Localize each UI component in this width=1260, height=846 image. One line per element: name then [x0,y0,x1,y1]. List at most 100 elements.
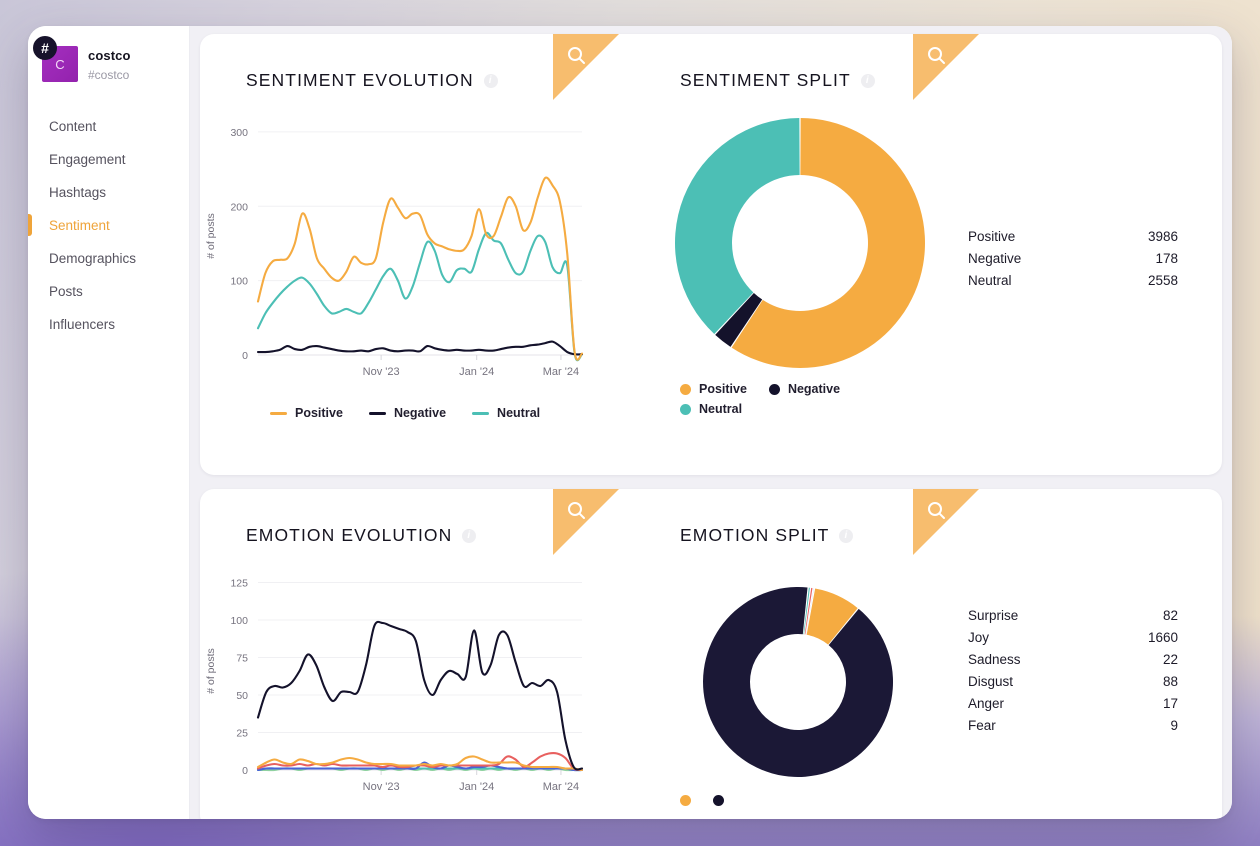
sentiment-evolution-svg: 0 100 200 300 Nov '23 Jan '24 Mar '24 # of post… [205,127,584,378]
emotion-evolution-panel: EMOTION EVOLUTION i 0 25 50 75 100 125 Nov '23… [200,489,640,819]
info-icon[interactable]: i [462,528,477,543]
legend-swatch [680,383,691,395]
legend-item-negative[interactable]: Negative [768,382,840,396]
legend-label: Positive [295,406,343,420]
stat-row: Negative 178 [968,248,1178,270]
content-area: SENTIMENT EVOLUTION i 0 100 200 300 Nov '23 J… [190,26,1232,819]
stat-value: 3986 [1147,229,1178,244]
legend-item-none[interactable] [713,795,724,806]
legend-label: Positive [699,382,747,396]
svg-text:125: 125 [230,578,248,590]
sentiment-evolution-search-button[interactable] [553,34,619,100]
legend-label: Neutral [497,406,541,420]
sidebar-item-label: Demographics [49,251,137,266]
stat-value: 82 [1162,608,1178,623]
panel-title-text: SENTIMENT EVOLUTION [246,70,474,90]
legend-swatch [680,403,691,415]
sidebar-nav: Content Engagement Hashtags Sentiment De… [28,110,189,341]
legend-item-neutral[interactable]: Neutral [680,402,930,416]
stat-value: 2558 [1147,273,1178,288]
legend-item-positive[interactable]: Positive [680,382,747,396]
sentiment-split-search-button[interactable] [913,34,979,100]
sentiment-split-panel: SENTIMENT SPLIT i Positive Negative Neut… [640,34,1222,475]
emotion-card: EMOTION EVOLUTION i 0 25 50 75 100 125 Nov '23… [200,489,1222,819]
legend-swatch [713,795,724,806]
svg-text:0: 0 [242,765,248,777]
sidebar-item-label: Content [49,119,97,134]
emotion-evolution-search-button[interactable] [553,489,619,555]
corner-triangle [553,34,619,100]
brand-block[interactable]: # C costco #costco [28,36,189,82]
emotion-split-panel: EMOTION SPLIT i Surprise 82 Joy 1660 Sad… [640,489,1222,819]
sentiment-split-stats: Positive 3986 Negative 178 Neutral 2558 [968,226,1178,292]
legend-item-positive[interactable]: Positive [270,406,343,420]
sidebar-item-engagement[interactable]: Engagement [28,143,189,176]
sentiment-evolution-legend: Positive Negative Neutral [200,406,640,420]
legend-item-neutral[interactable]: Neutral [472,406,540,420]
emotion-split-search-button[interactable] [913,489,979,555]
sidebar-item-label: Sentiment [49,218,110,233]
hashtag-badge-icon: # [33,36,57,60]
stat-name: Negative [968,251,1022,266]
stat-value: 9 [1170,718,1178,733]
svg-text:75: 75 [236,653,248,665]
stat-value: 1660 [1147,630,1178,645]
sentiment-card: SENTIMENT EVOLUTION i 0 100 200 300 Nov '23 J… [200,34,1222,475]
sidebar-item-label: Influencers [49,317,116,332]
sidebar-item-influencers[interactable]: Influencers [28,308,189,341]
legend-item-negative[interactable]: Negative [368,406,447,420]
stat-name: Neutral [968,273,1012,288]
info-icon[interactable]: i [860,73,875,88]
stat-name: Surprise [968,608,1019,623]
stat-name: Disgust [968,674,1014,689]
corner-triangle [913,489,979,555]
stat-row: Anger 17 [968,693,1178,715]
stat-name: Joy [968,630,990,645]
search-icon [568,47,585,64]
sidebar-item-demographics[interactable]: Demographics [28,242,189,275]
panel-title-text: SENTIMENT SPLIT [680,70,851,90]
sidebar-item-posts[interactable]: Posts [28,275,189,308]
sidebar-item-content[interactable]: Content [28,110,189,143]
svg-text:200: 200 [230,201,248,213]
emotion-evolution-svg: 0 25 50 75 100 125 Nov '23 Jan '24 Mar '24 # of p… [205,578,584,793]
sentiment-evolution-panel: SENTIMENT EVOLUTION i 0 100 200 300 Nov '23 J… [200,34,640,475]
svg-text:0: 0 [242,350,248,362]
panel-title-text: EMOTION EVOLUTION [246,525,453,545]
svg-text:25: 25 [236,728,248,740]
search-icon [568,502,585,519]
sidebar-item-sentiment[interactable]: Sentiment [28,209,189,242]
sidebar-item-label: Posts [49,284,83,299]
sidebar-item-hashtags[interactable]: Hashtags [28,176,189,209]
info-icon[interactable]: i [483,73,498,88]
stat-row: Joy 1660 [968,627,1178,649]
stat-value: 17 [1162,696,1178,711]
stat-name: Positive [968,229,1016,244]
legend-swatch [680,795,691,806]
legend-label: Negative [393,406,447,420]
stat-value: 22 [1162,652,1178,667]
svg-text:300: 300 [230,127,248,139]
stat-name: Fear [968,718,996,733]
stat-value: 178 [1155,251,1178,266]
legend-label: Neutral [699,402,743,416]
info-icon[interactable]: i [839,528,854,543]
svg-text:Nov '23: Nov '23 [363,781,400,793]
stat-row: Positive 3986 [968,226,1178,248]
search-icon [928,47,945,64]
app-window: # C costco #costco Content Engagement Ha… [28,26,1232,819]
stat-row: Surprise 82 [968,605,1178,627]
legend-item-joy[interactable] [680,795,691,806]
sidebar: # C costco #costco Content Engagement Ha… [28,26,190,819]
stat-name: Sadness [968,652,1021,667]
legend-swatch [270,411,287,415]
svg-text:50: 50 [236,690,248,702]
stat-row: Sadness 22 [968,649,1178,671]
svg-text:# of posts: # of posts [205,648,217,694]
search-icon [928,502,945,519]
emotion-donut-svg [703,587,894,778]
sentiment-split-legend: Positive Negative Neutral [680,382,930,416]
legend-swatch [472,411,490,415]
legend-swatch [368,411,386,415]
stat-row: Neutral 2558 [968,270,1178,292]
